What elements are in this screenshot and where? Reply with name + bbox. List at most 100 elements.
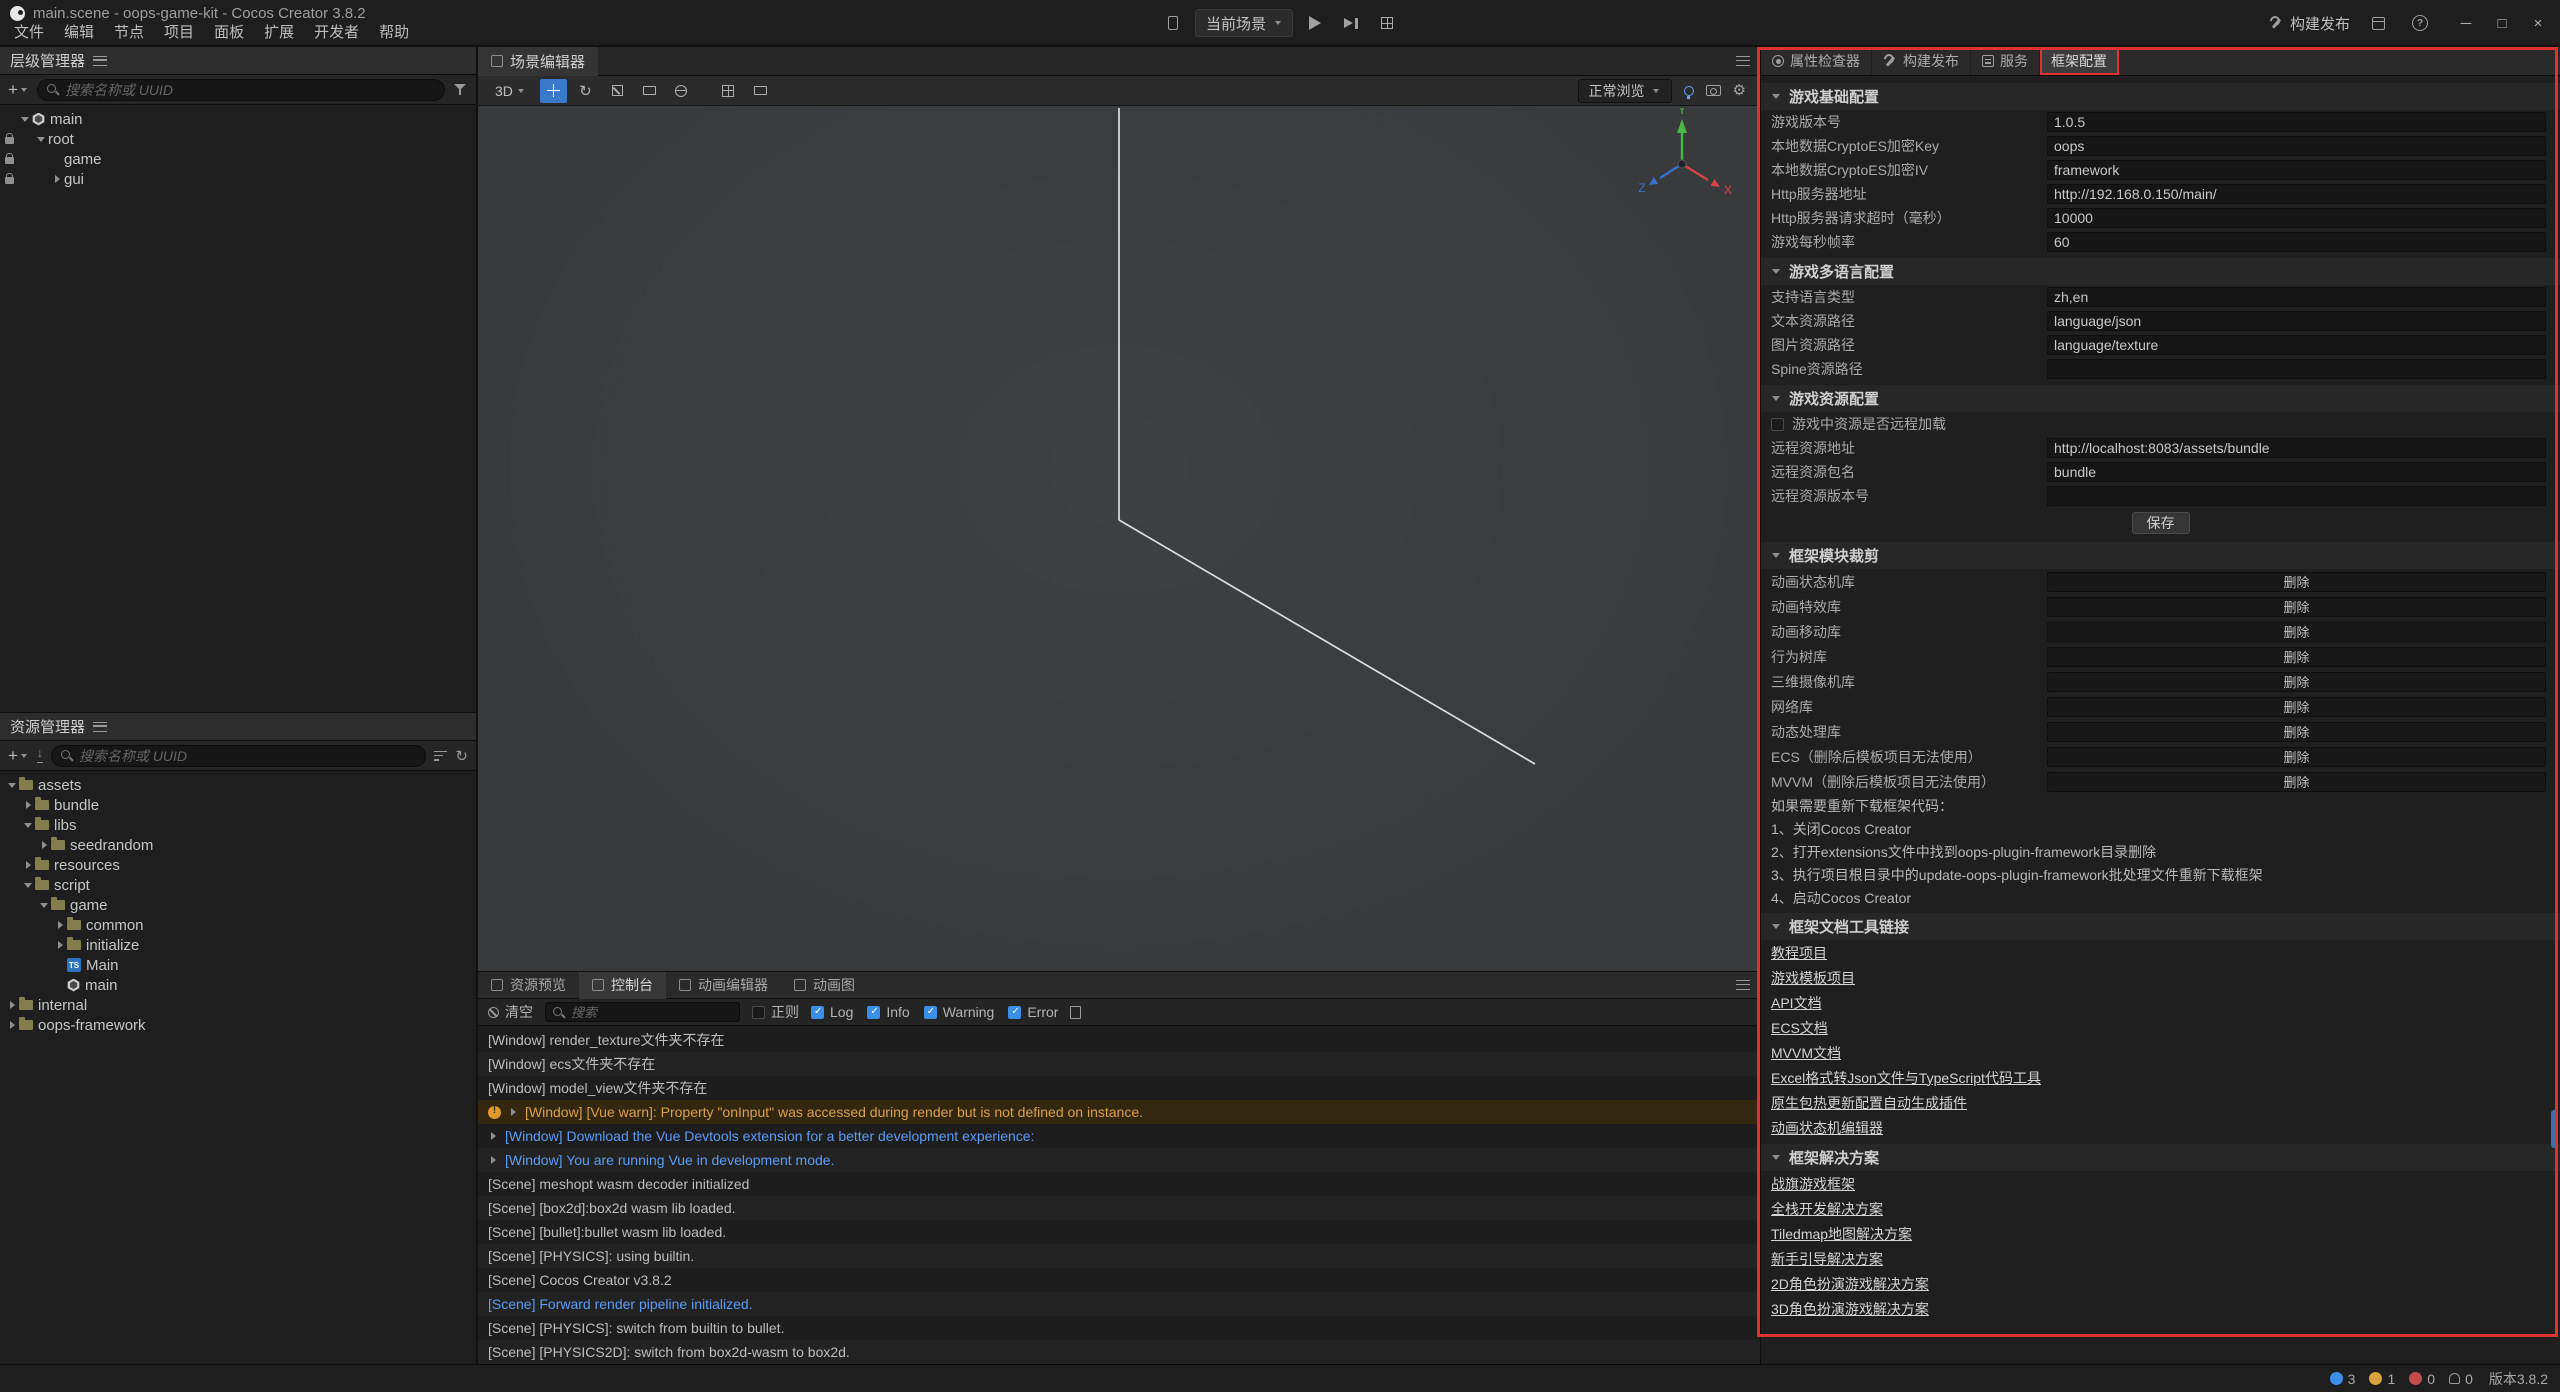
gear-icon[interactable] [1733,83,1746,98]
section-module-trim[interactable]: 框架模块裁剪 [1761,542,2560,569]
preview-device-button[interactable] [1159,9,1187,37]
property-input[interactable] [2047,311,2546,331]
log-row[interactable]: [Window] [Vue warn]: Property "onInput" … [478,1100,1760,1124]
asset-node[interactable]: common [0,915,476,935]
status-counter-info[interactable]: 3 [2330,1371,2356,1387]
doc-link[interactable]: 原生包热更新配置自动生成插件 [1771,1090,1967,1115]
expand-caret-icon[interactable] [488,1129,498,1143]
section-solutions[interactable]: 框架解决方案 [1761,1144,2560,1171]
asset-node[interactable]: initialize [0,935,476,955]
checkbox[interactable] [867,1006,880,1019]
property-input[interactable] [2047,184,2546,204]
panel-menu-icon[interactable] [1736,56,1750,66]
section-language-config[interactable]: 游戏多语言配置 [1761,258,2560,285]
asset-node[interactable]: libs [0,815,476,835]
panel-menu-icon[interactable] [93,722,107,732]
assets-search[interactable] [51,745,426,767]
property-input[interactable] [2047,160,2546,180]
maximize-button[interactable]: □ [2484,0,2520,46]
solution-link[interactable]: 全栈开发解决方案 [1771,1196,1883,1221]
solution-link[interactable]: 3D角色扮演游戏解决方案 [1771,1296,1929,1321]
regex-checkbox[interactable] [752,1006,765,1019]
delete-button[interactable]: 删除 [2047,622,2546,642]
section-resource-config[interactable]: 游戏资源配置 [1761,385,2560,412]
move-tool[interactable] [540,79,567,103]
expand-caret-icon[interactable] [488,1153,498,1167]
log-file-icon[interactable] [1070,1006,1081,1019]
solution-link[interactable]: Tiledmap地图解决方案 [1771,1221,1912,1246]
log-row[interactable]: [Window] You are running Vue in developm… [478,1148,1760,1172]
menu-item[interactable]: 帮助 [369,22,419,44]
hierarchy-node[interactable]: root [0,129,476,149]
sort-icon[interactable] [434,751,447,761]
camera-icon[interactable] [1706,85,1721,96]
doc-link[interactable]: ECS文档 [1771,1015,1828,1040]
panel-menu-icon[interactable] [93,56,107,66]
asset-node[interactable]: assets [0,775,476,795]
tab-build[interactable]: 构建发布 [1872,47,1971,75]
console-tab[interactable]: 资源预览 [478,972,579,999]
create-asset-button[interactable] [8,747,29,764]
menu-item[interactable]: 开发者 [304,22,369,44]
property-input[interactable] [2047,462,2546,482]
menu-item[interactable]: 编辑 [54,22,104,44]
console-tab[interactable]: 控制台 [579,972,666,999]
chevron-right-icon[interactable] [21,798,35,812]
section-basic-config[interactable]: 游戏基础配置 [1761,83,2560,110]
menu-item[interactable]: 扩展 [254,22,304,44]
doc-link[interactable]: MVVM文档 [1771,1040,1841,1065]
log-row[interactable]: [Window] ecs文件夹不存在 [478,1052,1760,1076]
asset-node[interactable]: Main [0,955,476,975]
console-tab[interactable]: 动画图 [781,972,868,999]
chevron-down-icon[interactable] [21,818,35,832]
chevron-right-icon[interactable] [21,858,35,872]
asset-node[interactable]: oops-framework [0,1015,476,1035]
delete-button[interactable]: 删除 [2047,772,2546,792]
gizmo-space-toggle[interactable] [668,79,695,103]
log-row[interactable]: [Scene] [PHYSICS]: switch from builtin t… [478,1316,1760,1340]
delete-button[interactable]: 删除 [2047,647,2546,667]
projection-3d-toggle[interactable]: 3D [486,83,535,99]
property-input[interactable] [2047,335,2546,355]
log-row[interactable]: [Scene] [bullet]:bullet wasm lib loaded. [478,1220,1760,1244]
log-row[interactable]: [Scene] meshopt wasm decoder initialized [478,1172,1760,1196]
create-node-button[interactable] [8,81,29,98]
delete-button[interactable]: 删除 [2047,722,2546,742]
log-row[interactable]: [Scene] [PHYSICS2D]: switch from box2d-w… [478,1340,1760,1364]
layout-button[interactable] [1373,9,1401,37]
orientation-gizmo[interactable]: Y X Z [1638,108,1732,197]
status-counter-error[interactable]: 0 [2409,1371,2435,1387]
asset-node[interactable]: main [0,975,476,995]
doc-link[interactable]: Excel格式转Json文件与TypeScript代码工具 [1771,1065,2041,1090]
delete-button[interactable]: 删除 [2047,597,2546,617]
doc-link[interactable]: 动画状态机编辑器 [1771,1115,1883,1140]
scale-tool[interactable] [604,79,631,103]
play-button[interactable] [1301,9,1329,37]
console-filter-error[interactable]: Error [1008,1004,1058,1020]
lighting-icon[interactable] [1684,86,1694,96]
hierarchy-search[interactable] [37,79,445,101]
property-input[interactable] [2047,232,2546,252]
close-button[interactable]: × [2520,0,2556,46]
asset-node[interactable]: script [0,875,476,895]
log-row[interactable]: [Scene] Cocos Creator v3.8.2 [478,1268,1760,1292]
delete-button[interactable]: 删除 [2047,697,2546,717]
scene-viewport[interactable]: Y X Z [478,108,1760,971]
scrollbar-thumb[interactable] [2551,1110,2558,1148]
log-row[interactable]: [Scene] [box2d]:box2d wasm lib loaded. [478,1196,1760,1220]
asset-node[interactable]: internal [0,995,476,1015]
rect-tool[interactable] [636,79,663,103]
property-input[interactable] [2047,438,2546,458]
tab-service[interactable]: 服务 [1971,47,2040,75]
status-counter-warn[interactable]: 1 [2369,1371,2395,1387]
chevron-right-icon[interactable] [37,838,51,852]
remote-load-checkbox[interactable] [1771,418,1784,431]
minimize-button[interactable]: ─ [2448,0,2484,46]
hierarchy-search-input[interactable] [65,82,436,98]
delete-button[interactable]: 删除 [2047,572,2546,592]
save-button[interactable]: 保存 [2132,512,2190,534]
chevron-right-icon[interactable] [5,998,19,1012]
asset-node[interactable]: seedrandom [0,835,476,855]
log-row[interactable]: [Window] model_view文件夹不存在 [478,1076,1760,1100]
regex-toggle[interactable]: 正则 [752,1002,799,1022]
